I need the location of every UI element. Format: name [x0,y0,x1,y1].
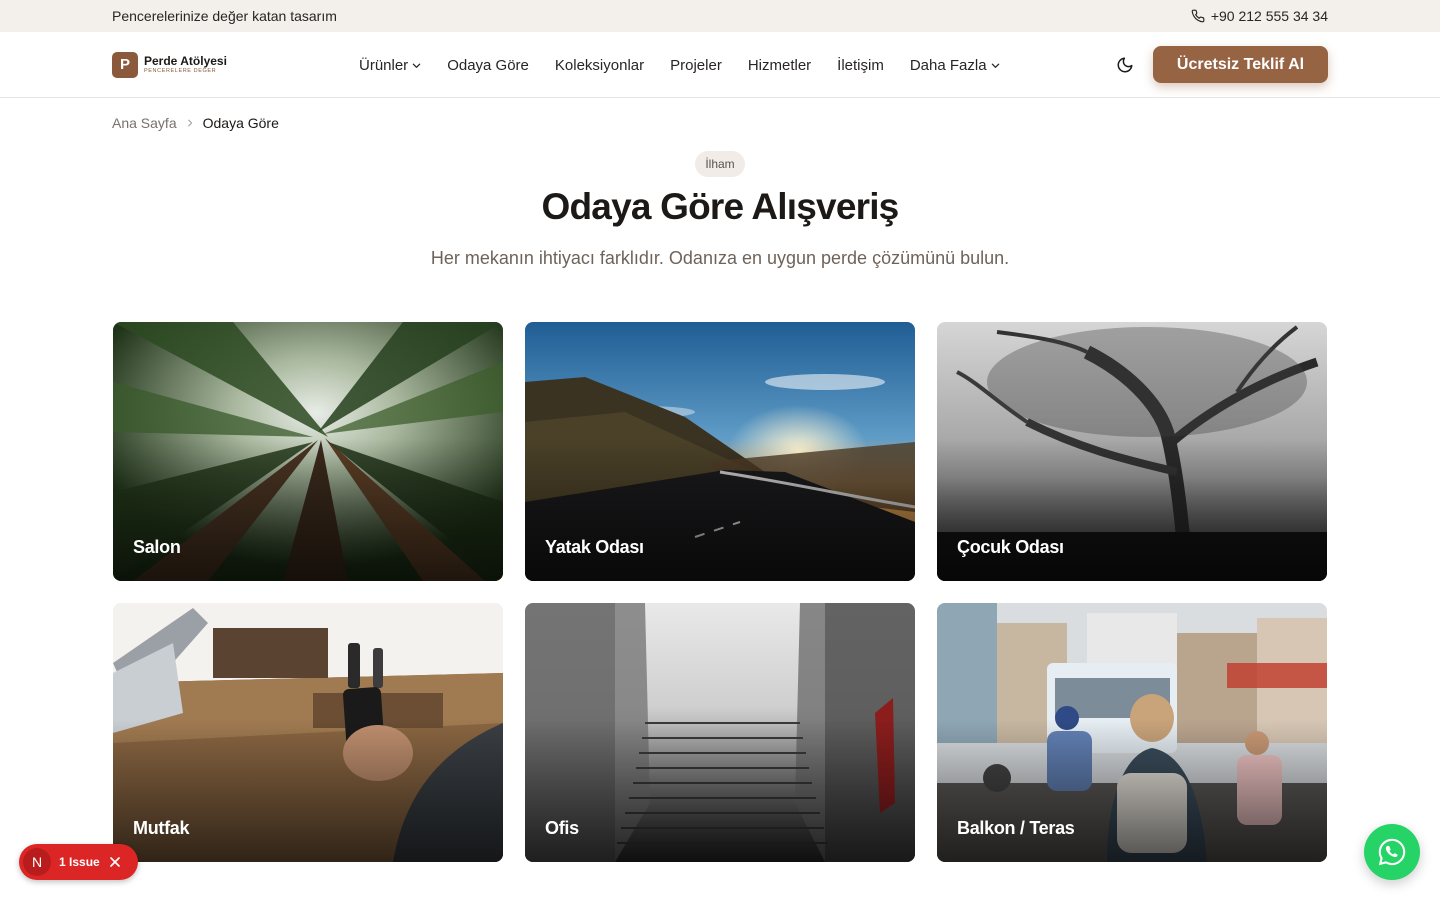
section-badge: İlham [695,151,745,177]
whatsapp-button[interactable] [1364,824,1420,880]
room-card-label: Ofis [545,818,579,838]
free-quote-button[interactable]: Ücretsiz Teklif Al [1153,46,1328,83]
nav-iletisim-label: İletişim [837,56,884,74]
dev-issues-badge[interactable]: N 1 Issue [19,844,138,880]
room-card-label: Balkon / Teras [957,818,1075,838]
phone-number: +90 212 555 34 34 [1210,8,1328,24]
top-bar: Pencerelerinize değer katan tasarım +90 … [0,0,1440,32]
nav-projeler-label: Projeler [670,56,722,74]
room-card-mutfak[interactable]: Mutfak [113,603,503,862]
logo-mark: P [112,51,138,78]
nav-urunler[interactable]: Ürünler [359,57,421,74]
room-card-balkon-teras[interactable]: Balkon / Teras [937,603,1327,862]
theme-toggle-button[interactable] [1114,54,1136,76]
breadcrumb: Ana Sayfa Odaya Göre [112,115,279,131]
nav-daha-fazla-label: Daha Fazla [909,56,987,74]
moon-icon [1117,57,1133,73]
page-title: Odaya Göre Alışveriş [541,186,900,227]
phone-icon [1191,9,1205,23]
nav-hizmetler[interactable]: Hizmetler [748,57,811,74]
nav-koleksiyonlar[interactable]: Koleksiyonlar [555,57,644,74]
room-card-salon[interactable]: Salon [113,322,503,581]
room-card-label: Çocuk Odası [957,537,1064,557]
nav-iletisim[interactable]: İletişim [837,57,884,74]
logo-tagline: PENCERELERE DEĞER [144,67,217,74]
top-bar-tagline: Pencerelerinize değer katan tasarım [112,8,337,24]
site-header: P Perde Atölyesi PENCERELERE DEĞER Ürünl… [0,32,1440,98]
nav-koleksiyonlar-label: Koleksiyonlar [554,56,645,74]
room-card-cocuk-odasi[interactable]: Çocuk Odası [937,322,1327,581]
close-icon[interactable] [109,857,120,867]
nav-hizmetler-label: Hizmetler [747,56,812,74]
chevron-down-icon [991,63,999,68]
chevron-down-icon [412,63,421,68]
nav-daha-fazla[interactable]: Daha Fazla [910,57,1000,74]
main-nav: Ürünler Odaya Göre Koleksiyonlar Projele… [359,32,1000,98]
issue-count[interactable]: 1 Issue [59,855,100,869]
room-card-label: Yatak Odası [545,537,644,557]
room-card-yatak-odasi[interactable]: Yatak Odası [525,322,915,581]
logo-text: Perde Atölyesi PENCERELERE DEĞER [144,55,227,75]
room-card-label: Salon [133,537,181,557]
logo-name: Perde Atölyesi [144,53,227,68]
page-subtitle: Her mekanın ihtiyacı farklıdır. Odanıza … [430,248,1010,268]
room-card-label: Mutfak [133,818,190,838]
nav-urunler-label: Ürünler [359,56,409,74]
dev-tools-logo[interactable]: N [23,848,51,876]
phone-link[interactable]: +90 212 555 34 34 [1191,8,1328,24]
whatsapp-icon [1378,838,1406,866]
card-overlay [525,603,915,862]
nav-odaya-gore[interactable]: Odaya Göre [447,57,529,74]
room-card-ofis[interactable]: Ofis [525,603,915,862]
breadcrumb-home[interactable]: Ana Sayfa [112,115,177,131]
nav-odaya-gore-label: Odaya Göre [447,56,529,74]
room-grid: Salon Yatak Odası Çocuk Odası Mutfak Ofi… [113,322,1327,862]
site-logo[interactable]: P Perde Atölyesi PENCERELERE DEĞER [112,51,352,78]
breadcrumb-current: Odaya Göre [202,115,279,131]
nav-projeler[interactable]: Projeler [670,57,722,74]
chevron-right-icon [187,119,192,127]
